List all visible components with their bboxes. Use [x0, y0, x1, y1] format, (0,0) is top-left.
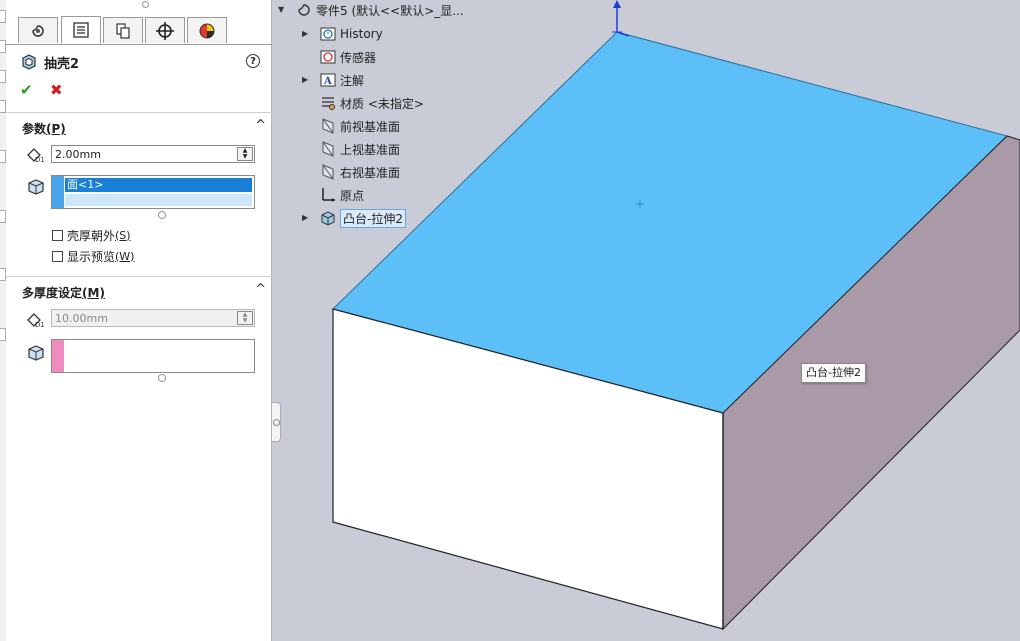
svg-text:D1: D1: [35, 156, 45, 164]
shell-outward-row[interactable]: 壳厚朝外 (S): [52, 227, 131, 243]
part-icon: [298, 4, 310, 16]
tree-item-extrude[interactable]: ▶ 凸台-拉伸2: [302, 208, 406, 228]
parameters-group-header[interactable]: 参数(P) ^: [6, 118, 272, 138]
tree-item-label: 前视基准面: [340, 119, 401, 134]
extrude-icon: [321, 211, 335, 226]
tree-item-label: 注解: [340, 73, 365, 88]
crosshair-icon: [156, 21, 174, 40]
property-manager-panel: 抽壳2 ? ✔ ✖ 参数(P) ^ D1 2.00mm ▲ ▼ 面<1> 壳厚朝外…: [6, 0, 272, 641]
multi-thickness-input[interactable]: 10.00mm ▲ ▼: [51, 309, 255, 327]
origin-icon: [322, 188, 335, 202]
tree-item-label: 凸台-拉伸2: [340, 208, 406, 228]
feature-name: 抽壳2: [44, 56, 80, 72]
tree-item-annotations[interactable]: ▶ A 注解: [302, 70, 364, 90]
tab-configuration-manager[interactable]: [103, 17, 143, 43]
feature-tree: ▼ 零件5 (默认<<默认>_显... ▶ History 传感器 ▶ A 注解…: [278, 0, 520, 240]
expand-right-icon[interactable]: ▶: [302, 75, 310, 84]
thickness-input[interactable]: 2.00mm ▲ ▼: [51, 145, 255, 163]
tab-property-manager[interactable]: [61, 16, 101, 44]
tree-item-front-plane[interactable]: 前视基准面: [302, 116, 400, 136]
tree-item-sensors[interactable]: 传感器: [302, 47, 376, 67]
multi-thickness-group-header[interactable]: 多厚度设定(M) ^: [6, 282, 272, 302]
tree-item-label: 材质 <未指定>: [340, 96, 424, 111]
faces-list-colorbar: [52, 176, 64, 208]
svg-text:D1: D1: [35, 321, 45, 329]
parameters-group-title: 参数(P): [22, 120, 66, 137]
tab-dimxpert[interactable]: [145, 17, 185, 43]
plane-icon: [322, 164, 334, 180]
shell-outward-key: (S): [115, 228, 131, 242]
feature-manager-icon: [32, 24, 44, 37]
expand-right-icon[interactable]: ▶: [302, 213, 310, 222]
plane-icon: [322, 118, 334, 134]
group-divider: [6, 112, 272, 113]
faces-to-remove-list[interactable]: 面<1>: [51, 175, 255, 209]
shell-feature-icon: [22, 54, 36, 70]
list-empty-slot: [65, 194, 252, 206]
multi-thickness-value: 10.00mm: [55, 311, 108, 325]
annotation-icon: A: [320, 73, 336, 87]
list-resize-grip[interactable]: [158, 374, 166, 382]
tree-root[interactable]: ▼ 零件5 (默认<<默认>_显...: [278, 0, 464, 20]
collapse-icon[interactable]: ^: [255, 282, 266, 297]
plane-icon: [322, 141, 334, 157]
tab-display-manager[interactable]: [187, 17, 227, 43]
list-resize-grip[interactable]: [158, 211, 166, 219]
multi-thickness-group-title: 多厚度设定(M): [22, 284, 105, 301]
thickness-spinner[interactable]: ▲ ▼: [237, 147, 253, 161]
tree-item-top-plane[interactable]: 上视基准面: [302, 139, 400, 159]
cancel-button[interactable]: ✖: [50, 82, 66, 98]
material-icon: [322, 97, 335, 110]
display-manager-icon: [199, 23, 215, 38]
parameters-title-key: (P): [46, 122, 66, 136]
tree-item-label: 上视基准面: [340, 142, 401, 157]
tree-item-label: 传感器: [340, 50, 377, 65]
tree-item-label: 右视基准面: [340, 165, 401, 180]
face-selection-icon: [28, 179, 44, 195]
multi-thickness-title-text: 多厚度设定: [22, 286, 83, 300]
feature-tooltip: 凸台-拉伸2: [801, 363, 866, 383]
help-icon[interactable]: ?: [246, 54, 260, 68]
tab-feature-manager[interactable]: [18, 17, 58, 43]
feature-header: 抽壳2 ?: [20, 52, 260, 72]
show-preview-checkbox[interactable]: [52, 250, 63, 262]
show-preview-key: (W): [115, 249, 135, 263]
multi-face-selection-icon: [28, 345, 44, 361]
multi-thickness-dimension-icon: D1: [27, 313, 45, 329]
list-item[interactable]: 面<1>: [65, 178, 252, 192]
tree-item-history[interactable]: ▶ History: [302, 24, 383, 44]
show-preview-label: 显示预览: [67, 249, 116, 264]
tree-item-origin[interactable]: 原点: [302, 185, 364, 205]
ok-button[interactable]: ✔: [20, 82, 36, 98]
thickness-dimension-icon: D1: [27, 148, 45, 164]
shell-outward-label: 壳厚朝外: [67, 228, 116, 243]
tree-item-label: History: [340, 27, 383, 41]
manager-tab-bar: [6, 12, 272, 45]
svg-text:A: A: [323, 76, 332, 87]
multi-faces-colorbar: [52, 340, 64, 372]
panel-collapse-handle[interactable]: [272, 402, 281, 442]
shell-outward-checkbox[interactable]: [52, 229, 63, 241]
configuration-manager-icon: [116, 22, 130, 39]
collapse-icon[interactable]: ^: [255, 118, 266, 133]
tree-item-material[interactable]: 材质 <未指定>: [302, 93, 424, 113]
sensor-icon: [320, 50, 336, 64]
tree-item-right-plane[interactable]: 右视基准面: [302, 162, 400, 182]
history-icon: [320, 27, 336, 41]
multi-thickness-spinner[interactable]: ▲ ▼: [237, 311, 253, 325]
show-preview-row[interactable]: 显示预览 (W): [52, 248, 134, 264]
tree-item-label: 原点: [340, 188, 365, 203]
multi-thickness-title-key: (M): [82, 286, 105, 300]
multi-thickness-faces-list[interactable]: [51, 339, 255, 373]
panel-resize-grip[interactable]: [142, 1, 149, 8]
expand-down-icon[interactable]: ▼: [278, 5, 286, 14]
expand-right-icon[interactable]: ▶: [302, 29, 310, 38]
tree-root-label: 零件5 (默认<<默认>_显...: [316, 3, 464, 18]
thickness-value: 2.00mm: [55, 147, 101, 161]
parameters-title-text: 参数: [22, 122, 47, 136]
property-manager-icon: [73, 22, 89, 38]
group-divider: [6, 276, 272, 277]
